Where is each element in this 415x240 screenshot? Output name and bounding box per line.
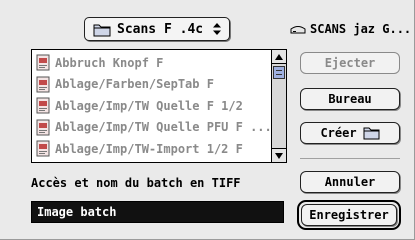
- document-icon: [36, 54, 50, 71]
- list-scrollbar[interactable]: [271, 50, 286, 162]
- list-item-label: Abbruch Knopf F: [55, 55, 164, 70]
- file-name-field[interactable]: Image batch: [31, 201, 284, 223]
- list-item[interactable]: Ablage/Imp/TW-Import 1/2 F: [32, 138, 272, 160]
- scroll-thumb[interactable]: [273, 66, 285, 79]
- volume-name: SCANS jaz G...: [310, 22, 412, 36]
- list-item-label: Ablage/Imp/TW Quelle PFU F ...: [55, 120, 272, 135]
- scroll-down-arrow-icon[interactable]: [272, 148, 286, 162]
- new-folder-icon: [363, 127, 380, 140]
- list-item-label: Ablage/Imp/TW Quelle F 1/2: [55, 98, 243, 113]
- folder-popup-label: Scans F .4c: [117, 21, 204, 37]
- button-divider: [300, 158, 400, 159]
- save-button[interactable]: Enregistrer: [297, 200, 401, 230]
- document-icon: [36, 76, 50, 93]
- cancel-button-label: Annuler: [324, 175, 376, 189]
- save-prompt-label: Accès et nom du batch en TIFF: [31, 176, 241, 190]
- new-folder-button-label: Créer: [320, 126, 357, 140]
- popup-arrows-icon: [213, 23, 221, 35]
- list-item-label: Ablage/Farben/SepTab F: [55, 77, 214, 92]
- save-button-label: Enregistrer: [309, 208, 389, 222]
- folder-icon: [93, 24, 111, 36]
- new-folder-button[interactable]: Créer: [300, 122, 400, 144]
- save-button-face: Enregistrer: [301, 204, 397, 226]
- disk-icon: [290, 26, 306, 34]
- document-icon: [36, 119, 50, 136]
- list-item[interactable]: Ablage/Imp/TW Quelle F 1/2: [32, 95, 272, 117]
- file-list[interactable]: Abbruch Knopf F Ablage/Farben/SepTab F A…: [31, 49, 287, 163]
- desktop-button-label: Bureau: [328, 92, 372, 106]
- eject-button[interactable]: Ejecter: [300, 52, 400, 74]
- list-item[interactable]: Ablage/Farben/SepTab F: [32, 74, 272, 96]
- volume-label: SCANS jaz G...: [290, 22, 411, 36]
- list-item-label: Ablage/Imp/TW-Import 1/2 F: [55, 141, 243, 156]
- scroll-up-arrow-icon[interactable]: [272, 50, 286, 64]
- desktop-button[interactable]: Bureau: [300, 88, 400, 110]
- save-dialog: Scans F .4c SCANS jaz G... Abbruch Knopf…: [0, 0, 415, 240]
- document-icon: [36, 140, 50, 157]
- list-item[interactable]: Abbruch Knopf F: [32, 52, 272, 74]
- folder-popup[interactable]: Scans F .4c: [84, 17, 230, 41]
- list-item[interactable]: Ablage/Imp/TW Quelle PFU F ...: [32, 117, 272, 139]
- eject-button-label: Ejecter: [324, 56, 376, 70]
- cancel-button[interactable]: Annuler: [300, 171, 400, 193]
- document-icon: [36, 97, 50, 114]
